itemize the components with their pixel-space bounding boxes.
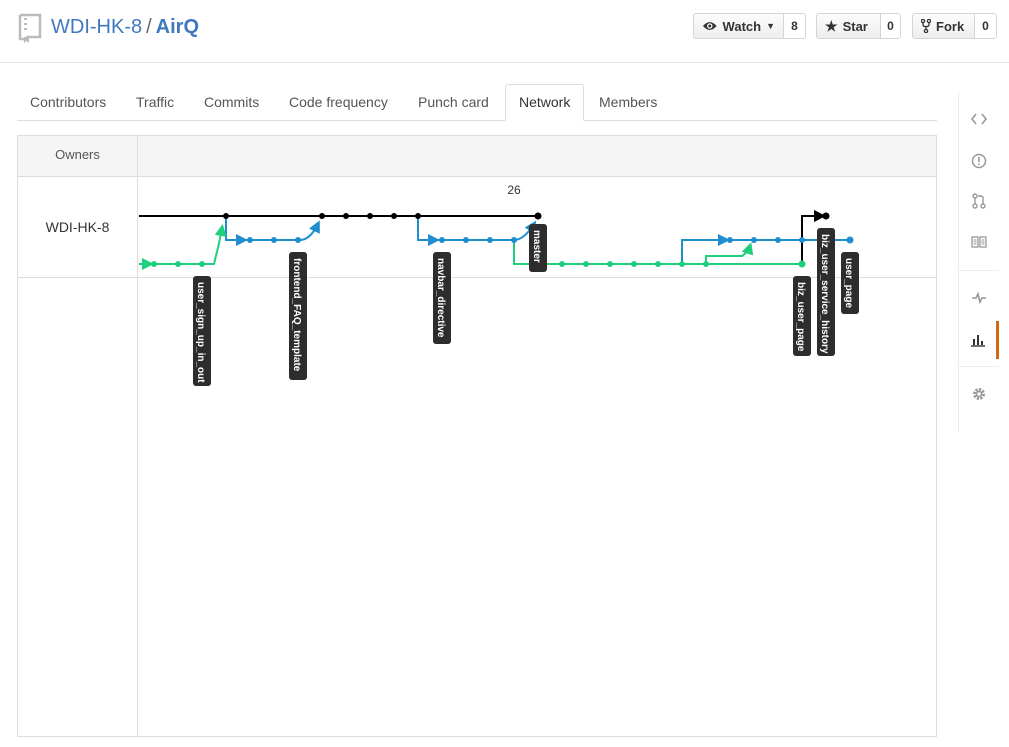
fork-label: Fork <box>936 18 965 34</box>
repo-book-icon <box>18 13 42 43</box>
tab-traffic[interactable]: Traffic <box>123 84 187 120</box>
star-icon: ★ <box>825 17 838 34</box>
branch-label-tag[interactable]: master <box>529 224 547 272</box>
repo-title-separator: / <box>146 16 152 38</box>
wiki-icon[interactable] <box>959 223 999 261</box>
branch-label-text: frontend_FAQ_template <box>291 258 302 372</box>
branch-label-text: navbar_directive <box>435 258 446 338</box>
tab-punch-card[interactable]: Punch card <box>405 84 502 120</box>
branch-label-text: user_page <box>843 258 854 308</box>
watch-button[interactable]: Watch ▼ <box>693 13 784 39</box>
network-graph[interactable]: 26 user_sign_up_in_out frontend_FAQ_temp… <box>18 136 936 736</box>
pull-request-icon[interactable] <box>959 182 999 220</box>
branch-label-text: master <box>531 230 542 263</box>
graphs-icon[interactable] <box>959 321 999 359</box>
watch-label: Watch <box>722 18 762 34</box>
fork-count[interactable]: 0 <box>975 13 997 39</box>
star-button[interactable]: ★ Star <box>816 13 881 39</box>
tab-code-frequency[interactable]: Code frequency <box>276 84 401 120</box>
network-graph-panel: Owners WDI-HK-8 26 user_sign_up_in_out f… <box>17 135 937 737</box>
repo-name-link[interactable]: AirQ <box>156 16 199 38</box>
branch-label-tag[interactable]: frontend_FAQ_template <box>289 252 307 380</box>
eye-icon <box>702 22 717 30</box>
tab-members[interactable]: Members <box>586 84 670 120</box>
fork-icon <box>921 19 931 33</box>
branch-label-text: user_sign_up_in_out <box>195 282 206 383</box>
watch-count[interactable]: 8 <box>784 13 806 39</box>
settings-icon[interactable] <box>959 375 999 413</box>
graphs-tabs: Contributors Traffic Commits Code freque… <box>17 84 937 121</box>
tab-contributors[interactable]: Contributors <box>17 84 119 120</box>
nav-divider <box>959 366 999 367</box>
star-label: Star <box>842 18 868 34</box>
repo-owner-link[interactable]: WDI-HK-8 <box>51 16 142 38</box>
fork-button[interactable]: Fork <box>912 13 975 39</box>
branch-label-tag[interactable]: navbar_directive <box>433 252 451 344</box>
chevron-down-icon: ▼ <box>766 21 775 31</box>
code-icon[interactable] <box>959 100 999 138</box>
repo-sidebar-nav <box>958 92 999 432</box>
branch-label-text: biz_user_page <box>795 282 806 352</box>
branch-label-tag[interactable]: user_sign_up_in_out <box>193 276 211 386</box>
branch-label-tag[interactable]: biz_user_service_history <box>817 228 835 356</box>
nav-divider <box>959 270 999 271</box>
issues-icon[interactable] <box>959 142 999 180</box>
branch-label-tag[interactable]: biz_user_page <box>793 276 811 356</box>
green-branch-line <box>139 224 802 270</box>
branch-label-tag[interactable]: user_page <box>841 252 859 314</box>
star-count[interactable]: 0 <box>881 13 901 39</box>
green-commits <box>151 260 806 268</box>
tab-commits[interactable]: Commits <box>191 84 272 120</box>
repo-header: WDI-HK-8/AirQ Watch ▼ 8 ★ Star 0 Fork 0 <box>0 0 1009 63</box>
repo-title: WDI-HK-8/AirQ <box>51 14 199 40</box>
date-label: 26 <box>507 183 521 197</box>
tab-network[interactable]: Network <box>505 84 585 121</box>
pulse-icon[interactable] <box>959 279 999 317</box>
branch-label-text: biz_user_service_history <box>819 234 830 354</box>
